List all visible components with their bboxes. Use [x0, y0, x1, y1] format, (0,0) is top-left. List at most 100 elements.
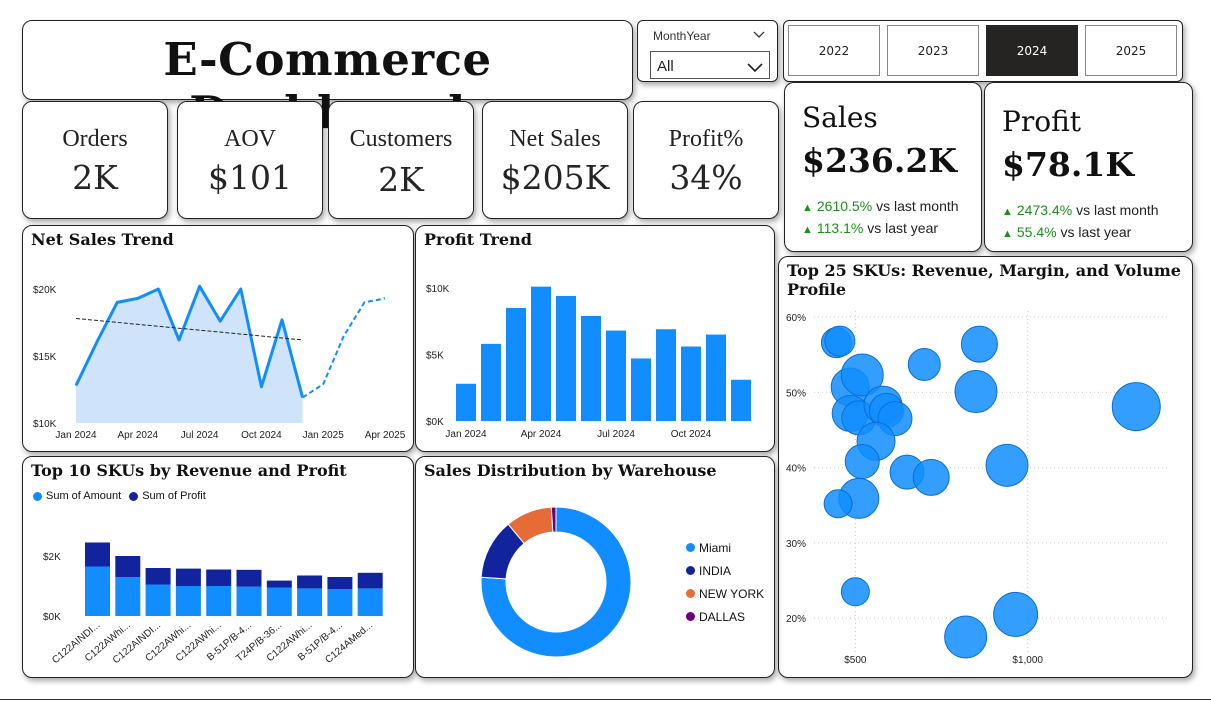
- x-tick-label: Jan 2024: [445, 429, 487, 440]
- sku-bubble: [907, 347, 941, 381]
- slicer-chevron-icon[interactable]: [753, 28, 765, 42]
- profit-trend-chart[interactable]: $0K $5K $10K Jan 2024 Apr 2024 Jul 2024 Oct 20…: [416, 226, 774, 451]
- kpi-customers: Customers 2K: [328, 101, 474, 219]
- dropdown-chevron-icon: [747, 60, 763, 78]
- kpi-value: $205K: [500, 158, 610, 197]
- legend-label: Miami: [699, 540, 731, 555]
- sales-card: Sales $236.2K ▲ 2610.5% vs last month ▲ 11…: [784, 82, 982, 252]
- sales-delta-year: ▲ 113.1% vs last year: [802, 220, 938, 236]
- amount-bar: [85, 566, 110, 616]
- legend-item-miami[interactable]: Miami: [686, 536, 764, 559]
- slicer-dropdown[interactable]: All: [650, 51, 770, 79]
- sku-bubble: [944, 615, 988, 659]
- legend-dot: [686, 566, 695, 575]
- y-tick-label: $5K: [426, 351, 444, 362]
- amount-bar: [206, 586, 232, 616]
- profit-bar: [175, 568, 201, 586]
- legend-item-dallas[interactable]: DALLAS: [686, 605, 764, 628]
- sku-bubble: [985, 443, 1029, 487]
- y-tick-label: $10K: [33, 419, 57, 430]
- sku-bubble: [912, 458, 950, 496]
- forecast-line: [302, 297, 386, 399]
- sales-delta-month: ▲ 2610.5% vs last month: [802, 198, 959, 214]
- amount-bar: [145, 584, 171, 616]
- delta-text: vs last year: [1060, 224, 1132, 240]
- y-tick-label: $2K: [43, 552, 61, 563]
- kpi-profit-pct: Profit% 34%: [633, 101, 779, 219]
- kpi-value: 34%: [669, 158, 743, 197]
- x-tick-label: $500: [844, 655, 867, 666]
- amount-bar: [175, 586, 201, 616]
- profit-bar: [327, 577, 353, 589]
- amount-bar: [327, 589, 353, 616]
- slicer-value: All: [657, 58, 674, 75]
- warehouse-legend: Miami INDIA NEW YORK DALLAS: [686, 536, 764, 628]
- sku-bubble: [844, 444, 880, 480]
- up-arrow-icon: ▲: [1002, 206, 1013, 218]
- kpi-label: Net Sales: [509, 126, 601, 152]
- profit-bar: [357, 572, 383, 589]
- legend-item-new-york[interactable]: NEW YORK: [686, 582, 764, 605]
- y-tick-label: 30%: [786, 539, 806, 550]
- profit-bar: [481, 343, 501, 421]
- slicer-label: MonthYear: [653, 29, 711, 43]
- legend-dot: [686, 543, 695, 552]
- profit-bar: [556, 295, 576, 421]
- top10-skus-chart[interactable]: $0K$2KC122AINDI...C122AWhi...C122AINDI..…: [23, 457, 413, 677]
- legend-dot: [686, 612, 695, 621]
- legend-item-india[interactable]: INDIA: [686, 559, 764, 582]
- profit-bar: [731, 379, 751, 421]
- kpi-value: 2K: [378, 160, 424, 199]
- year-button-2023[interactable]: 2023: [887, 25, 979, 76]
- top25-skus-card: Top 25 SKUs: Revenue, Margin, and Volume…: [778, 256, 1193, 678]
- profit-bar: [456, 383, 476, 421]
- warehouse-donut-chart[interactable]: [416, 477, 666, 677]
- year-slicer: 2022 2023 2024 2025: [783, 20, 1183, 82]
- amount-bar: [266, 587, 292, 616]
- year-button-2024[interactable]: 2024: [986, 25, 1078, 76]
- y-tick-label: 40%: [786, 464, 806, 475]
- year-button-2025[interactable]: 2025: [1085, 25, 1177, 76]
- kpi-orders: Orders 2K: [22, 101, 168, 219]
- kpi-label: Customers: [349, 126, 453, 152]
- bottom-divider: [0, 699, 1211, 700]
- sku-bubble: [960, 325, 998, 363]
- sku-bubble: [1111, 382, 1161, 432]
- top25-skus-scatter[interactable]: 20% 30% 40% 50% 60% $500 $1,000: [779, 257, 1192, 677]
- kpi-label: Profit%: [668, 126, 744, 152]
- profit-bar: [581, 315, 601, 421]
- legend-label: INDIA: [699, 563, 732, 578]
- x-tick-label: Jul 2024: [597, 429, 635, 440]
- y-tick-label: $0K: [426, 417, 444, 428]
- delta-pct: 2610.5%: [816, 198, 873, 214]
- net-sales-trend-chart[interactable]: $10K $15K $20K Jan 2024 Apr 2024 Jul 2024 Oct …: [23, 226, 413, 451]
- legend-dot: [686, 589, 695, 598]
- x-tick-label: Jan 2024: [55, 430, 97, 441]
- delta-pct: 113.1%: [816, 220, 864, 236]
- monthyear-slicer[interactable]: MonthYear All: [637, 20, 778, 82]
- x-tick-label: Oct 2024: [241, 430, 282, 441]
- y-tick-label: 50%: [786, 388, 806, 399]
- y-tick-label: $10K: [426, 284, 450, 295]
- y-tick-label: $0K: [43, 612, 61, 623]
- sku-bubble: [823, 489, 853, 519]
- profit-bar: [145, 568, 171, 585]
- up-arrow-icon: ▲: [1002, 228, 1013, 240]
- sku-bubble: [993, 591, 1039, 637]
- amount-bar: [297, 588, 323, 616]
- profit-bar: [85, 542, 110, 567]
- year-button-2022[interactable]: 2022: [788, 25, 880, 76]
- y-tick-label: $20K: [33, 285, 57, 296]
- kpi-aov: AOV $101: [177, 101, 323, 219]
- amount-bar: [115, 577, 141, 616]
- y-tick-label: 20%: [786, 614, 806, 625]
- x-tick-label: Apr 2024: [521, 429, 562, 440]
- y-tick-label: $15K: [33, 352, 57, 363]
- x-tick-label: Apr 2025: [365, 430, 406, 441]
- legend-label: DALLAS: [699, 609, 746, 624]
- amount-bar: [357, 588, 383, 616]
- legend-label: NEW YORK: [699, 586, 765, 601]
- delta-pct: 55.4%: [1016, 224, 1057, 240]
- sales-area: [76, 286, 303, 423]
- x-tick-label: Apr 2024: [118, 430, 159, 441]
